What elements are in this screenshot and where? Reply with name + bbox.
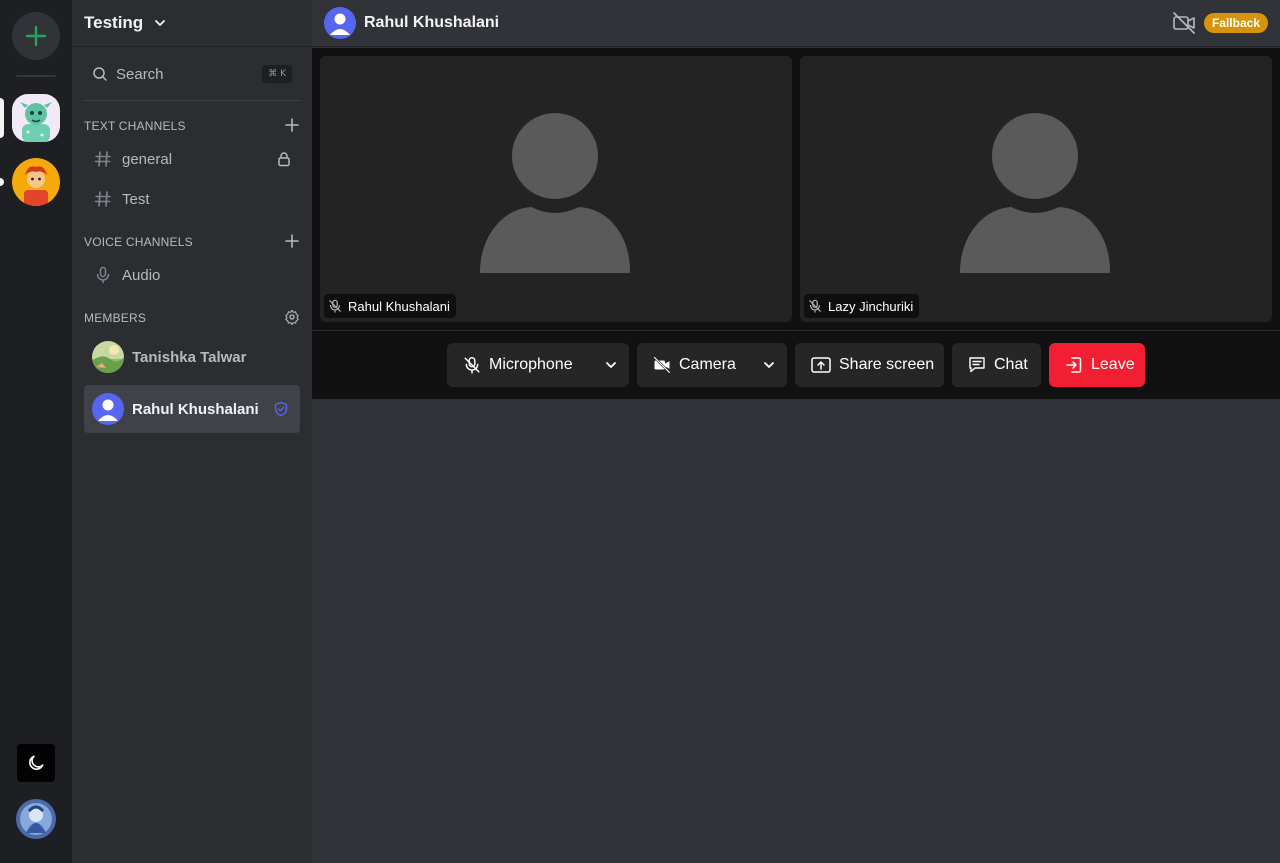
chat-button[interactable]: Chat (952, 343, 1041, 387)
member-tanishka-talwar[interactable]: Tanishka Talwar (84, 333, 300, 381)
search-button[interactable]: Search ⌘ K (84, 56, 300, 92)
server-icon-testing[interactable] (12, 94, 60, 142)
conversation-title: Rahul Khushalani (364, 14, 500, 31)
user-placeholder-icon (480, 113, 630, 273)
user-avatar[interactable] (16, 799, 56, 839)
avatar (92, 393, 124, 425)
server-header[interactable]: Testing (72, 0, 312, 47)
video-off-icon (653, 356, 671, 374)
text-channels-heading: TEXT CHANNELS (84, 119, 186, 133)
participant-tile[interactable]: Lazy Jinchuriki (800, 56, 1272, 322)
camera-options-button[interactable] (761, 357, 777, 378)
channel-name: Test (122, 190, 150, 208)
microphone-muted-icon (329, 299, 341, 313)
rail-divider (16, 75, 56, 77)
leave-icon (1066, 357, 1082, 373)
server-icon-secondary[interactable] (12, 158, 60, 206)
chat-icon (969, 357, 985, 373)
leave-button[interactable]: Leave (1049, 343, 1145, 387)
participant-nametag: Rahul Khushalani (324, 294, 456, 318)
search-label: Search (116, 65, 164, 83)
active-server-indicator (0, 98, 4, 138)
share-screen-button[interactable]: Share screen (795, 343, 944, 387)
search-icon (93, 67, 107, 81)
microphone-muted-icon (809, 299, 821, 313)
voice-channels-heading: VOICE CHANNELS (84, 235, 193, 249)
call-controls: Microphone Camera Share screen Chat Leav… (312, 330, 1280, 399)
camera-button[interactable]: Camera (637, 343, 787, 387)
unread-server-indicator (0, 178, 4, 186)
channel-audio[interactable]: Audio (84, 257, 300, 293)
video-off-icon (1173, 12, 1195, 34)
search-shortcut: ⌘ K (262, 65, 292, 83)
participant-name: Lazy Jinchuriki (828, 298, 914, 314)
plus-icon (285, 118, 299, 132)
hash-icon (94, 191, 111, 207)
channel-test[interactable]: Test (84, 181, 300, 217)
add-server-button[interactable] (12, 12, 60, 60)
microphone-options-button[interactable] (603, 357, 619, 378)
shield-check-icon (274, 401, 287, 417)
channel-name: general (122, 150, 173, 168)
chevron-down-icon (764, 362, 774, 368)
theme-toggle-button[interactable] (17, 744, 55, 782)
gear-icon (285, 309, 299, 325)
members-heading: MEMBERS (84, 311, 147, 325)
add-text-channel-button[interactable] (284, 117, 300, 133)
member-name: Rahul Khushalani (132, 400, 259, 418)
channel-general[interactable]: general (84, 141, 300, 177)
hash-icon (94, 151, 111, 167)
share-screen-label: Share screen (839, 356, 935, 373)
manage-members-button[interactable] (284, 309, 300, 325)
channel-sidebar: Testing Search ⌘ K TEXT CHANNELS general… (72, 0, 312, 863)
lock-icon (278, 152, 290, 167)
add-voice-channel-button[interactable] (284, 233, 300, 249)
microphone-icon (96, 266, 110, 284)
channel-name: Audio (122, 266, 161, 284)
chevron-down-icon (606, 362, 616, 368)
server-name: Testing (84, 13, 144, 32)
moon-icon (29, 755, 44, 770)
plus-icon (25, 25, 47, 47)
chevron-down-icon (155, 20, 166, 26)
chat-label: Chat (994, 356, 1028, 373)
video-stage: Rahul Khushalani Lazy Jinchuriki Microph… (312, 48, 1280, 399)
server-rail (0, 0, 72, 863)
microphone-button[interactable]: Microphone (447, 343, 629, 387)
microphone-muted-icon (464, 356, 480, 374)
camera-label: Camera (679, 356, 736, 373)
member-name: Tanishka Talwar (132, 348, 247, 366)
avatar (92, 341, 124, 373)
participant-nametag: Lazy Jinchuriki (804, 294, 920, 318)
divider (84, 100, 300, 101)
leave-label: Leave (1091, 356, 1135, 373)
share-screen-icon (811, 357, 831, 373)
plus-icon (285, 234, 299, 248)
microphone-label: Microphone (489, 356, 573, 373)
video-call-button[interactable] (1172, 12, 1196, 39)
participant-name: Rahul Khushalani (348, 298, 450, 314)
status-badge: Fallback (1203, 13, 1268, 33)
user-placeholder-icon (960, 113, 1110, 273)
avatar (324, 7, 356, 39)
participant-tile[interactable]: Rahul Khushalani (320, 56, 792, 322)
conversation-header: Rahul Khushalani Fallback (312, 0, 1280, 47)
member-rahul-khushalani[interactable]: Rahul Khushalani (84, 385, 300, 433)
